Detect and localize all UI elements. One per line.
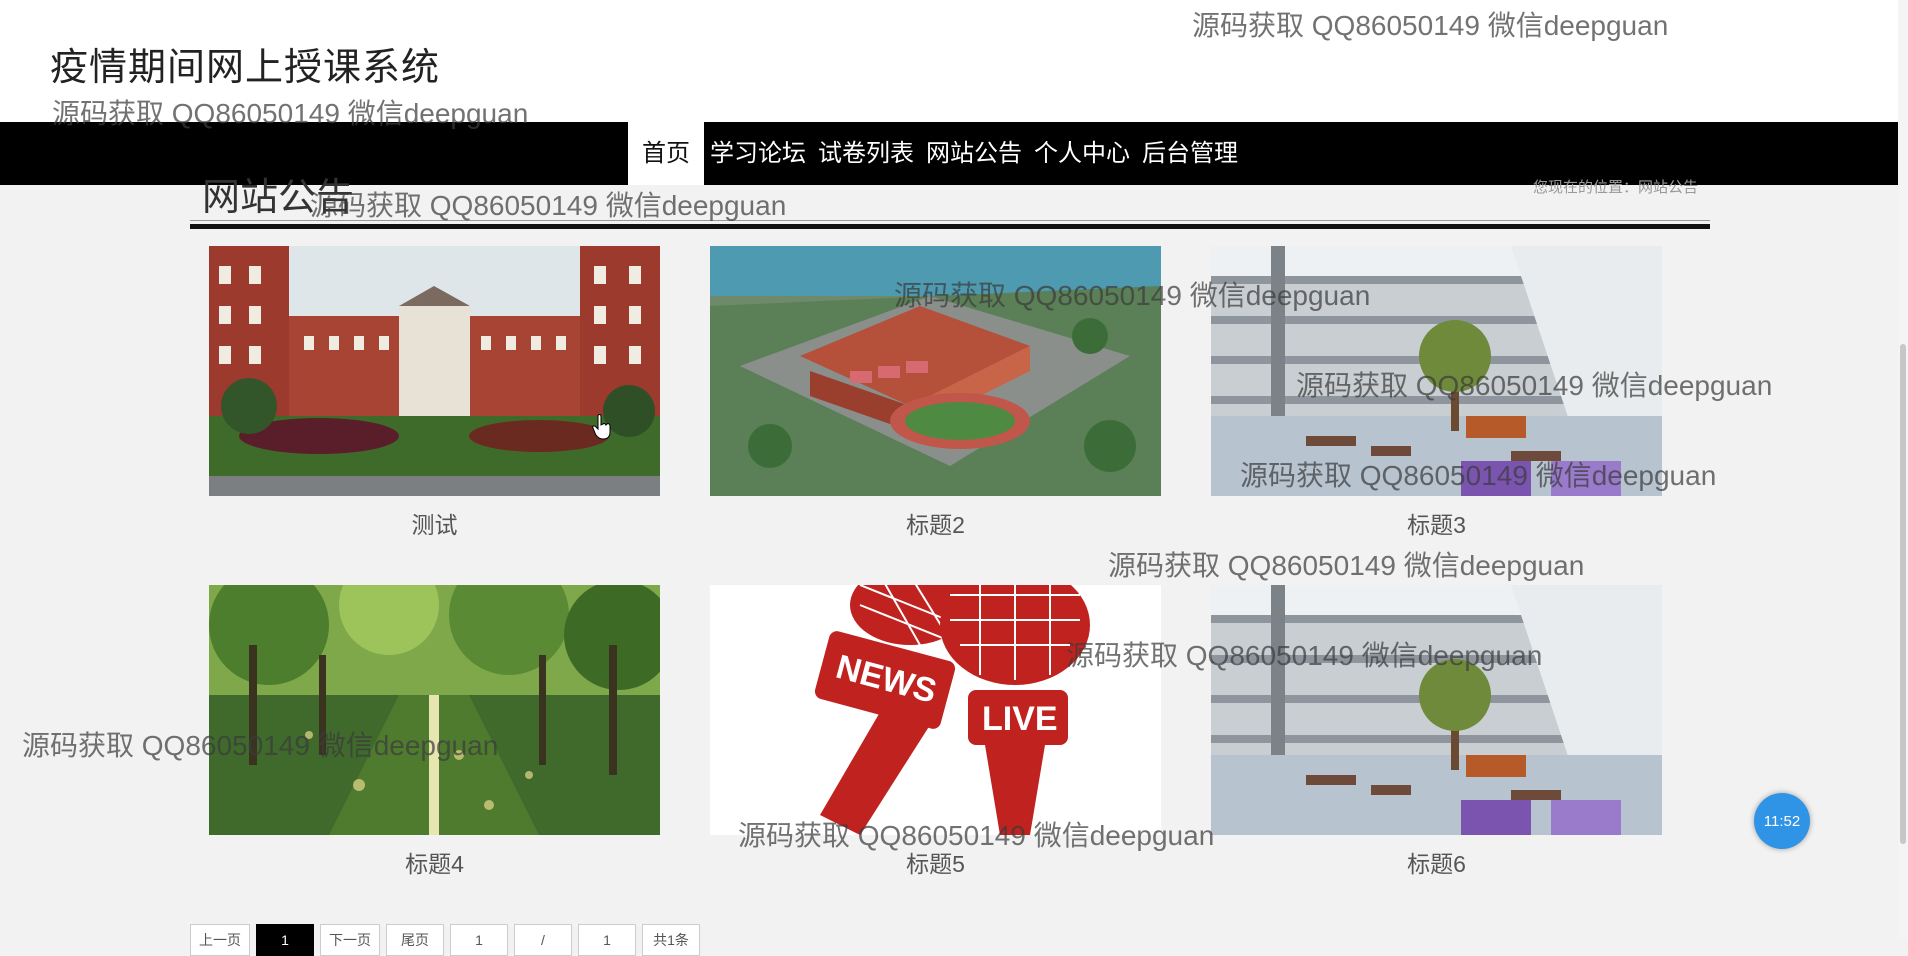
announcement-card-1[interactable]: 测试: [209, 246, 660, 540]
page-separator: /: [514, 924, 572, 956]
breadcrumb: 您现在的位置：网站公告: [1532, 179, 1698, 196]
watermark-text: 源码获取 QQ86050149 微信deepguan: [1108, 550, 1585, 581]
card-caption[interactable]: 标题6: [1211, 845, 1662, 879]
next-page-button[interactable]: 下一页: [320, 924, 380, 956]
announcement-card-3[interactable]: 标题3: [1211, 246, 1662, 540]
school-building-image[interactable]: [209, 246, 660, 496]
page-total-label: 1: [578, 924, 636, 956]
announcement-card-6[interactable]: 标题6: [1211, 585, 1662, 879]
hand-cursor-icon: [592, 414, 611, 440]
card-caption[interactable]: 测试: [209, 506, 660, 540]
card-caption[interactable]: 标题4: [209, 845, 660, 879]
site-title: 疫情期间网上授课系统: [50, 47, 441, 89]
campus-aerial-image[interactable]: [710, 246, 1161, 496]
card-caption[interactable]: 标题5: [710, 845, 1161, 879]
page-number-button[interactable]: 1: [256, 924, 314, 956]
page-current-label: 1: [450, 924, 508, 956]
courtyard-image[interactable]: [1211, 585, 1662, 835]
section-title: 网站公告: [202, 177, 355, 219]
scrollbar-thumb[interactable]: [1900, 344, 1906, 844]
total-count-label: 共1条: [642, 924, 700, 956]
prev-page-button[interactable]: 上一页: [190, 924, 250, 956]
card-caption[interactable]: 标题2: [710, 506, 1161, 540]
card-caption[interactable]: 标题3: [1211, 506, 1662, 540]
site-header: 疫情期间网上授课系统: [0, 0, 1908, 122]
section-header: 网站公告 您现在的位置：网站公告: [190, 152, 1710, 229]
announcement-card-2[interactable]: 标题2: [710, 246, 1161, 540]
last-page-button[interactable]: 尾页: [386, 924, 444, 956]
tree-path-image[interactable]: [209, 585, 660, 835]
courtyard-image[interactable]: [1211, 246, 1662, 496]
news-live-image[interactable]: NEWS LIVE: [710, 585, 1161, 835]
announcement-card-4[interactable]: 标题4: [209, 585, 660, 879]
svg-text:LIVE: LIVE: [982, 700, 1058, 738]
floating-timer-badge[interactable]: 11:52: [1754, 793, 1810, 849]
announcement-card-5[interactable]: NEWS LIVE 标题5: [710, 585, 1161, 879]
pagination: 上一页 1 下一页 尾页 1 / 1 共1条: [190, 924, 700, 956]
